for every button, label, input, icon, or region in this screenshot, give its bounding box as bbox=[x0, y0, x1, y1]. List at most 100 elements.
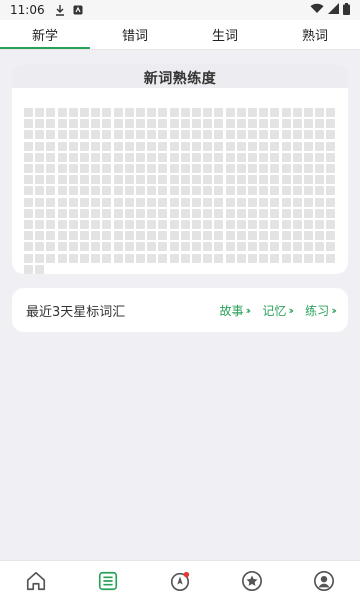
grid-cell bbox=[80, 175, 89, 185]
grid-cell bbox=[113, 130, 123, 140]
grid-cell bbox=[147, 152, 157, 162]
grid-cell bbox=[315, 242, 325, 252]
grid-cell bbox=[225, 186, 235, 196]
grid-cell bbox=[192, 186, 201, 196]
grid-cell bbox=[124, 141, 134, 151]
grid-cell bbox=[203, 231, 213, 241]
clock: 11:06 bbox=[10, 3, 45, 17]
grid-cell bbox=[203, 164, 213, 173]
grid-cell bbox=[192, 253, 201, 263]
grid-cell bbox=[248, 197, 257, 207]
grid-cell bbox=[169, 130, 179, 140]
grid-cell bbox=[180, 141, 190, 151]
grid-cell bbox=[68, 164, 78, 173]
app-notification-icon bbox=[73, 5, 83, 15]
grid-cell bbox=[35, 197, 45, 207]
grid-cell bbox=[169, 108, 179, 117]
nav-discover[interactable] bbox=[144, 561, 216, 600]
grid-cell bbox=[315, 220, 325, 229]
grid-cell bbox=[169, 164, 179, 173]
grid-cell bbox=[35, 175, 45, 185]
grid-cell bbox=[102, 186, 112, 196]
grid-cell bbox=[169, 208, 179, 218]
tab-new-learn[interactable]: 新学 bbox=[0, 20, 90, 49]
grid-cell bbox=[24, 264, 33, 274]
grid-cell bbox=[292, 253, 302, 263]
grid-cell bbox=[292, 231, 302, 241]
grid-cell bbox=[24, 175, 33, 185]
grid-cell bbox=[214, 119, 224, 129]
grid-cell bbox=[281, 208, 291, 218]
grid-cell bbox=[80, 253, 89, 263]
grid-cell bbox=[57, 186, 67, 196]
grid-cell bbox=[80, 130, 89, 140]
grid-cell bbox=[57, 152, 67, 162]
grid-cell bbox=[113, 220, 123, 229]
grid-cell bbox=[236, 108, 246, 117]
grid-cell bbox=[248, 175, 257, 185]
grid-cell bbox=[169, 231, 179, 241]
grid-cell bbox=[225, 208, 235, 218]
compass-icon bbox=[170, 571, 190, 591]
grid-cell bbox=[304, 164, 313, 173]
starred-words-card: 最近3天星标词汇 故事 ›› 记忆 ›› 练习 ›› bbox=[12, 288, 348, 332]
story-button[interactable]: 故事 ›› bbox=[220, 302, 252, 319]
grid-cell bbox=[326, 231, 336, 241]
grid-cell bbox=[214, 197, 224, 207]
grid-cell bbox=[315, 119, 325, 129]
grid-cell bbox=[68, 130, 78, 140]
proficiency-title: 新词熟练度 bbox=[143, 71, 217, 87]
grid-cell bbox=[292, 164, 302, 173]
grid-cell bbox=[259, 186, 269, 196]
grid-cell bbox=[248, 141, 257, 151]
grid-cell bbox=[236, 208, 246, 218]
tab-wrong-words[interactable]: 错词 bbox=[90, 20, 180, 49]
grid-cell bbox=[192, 208, 201, 218]
grid-cell bbox=[225, 242, 235, 252]
memory-button[interactable]: 记忆 ›› bbox=[262, 302, 294, 319]
tab-familiar-words[interactable]: 熟词 bbox=[270, 20, 360, 49]
grid-cell bbox=[248, 208, 257, 218]
grid-cell bbox=[259, 231, 269, 241]
grid-cell bbox=[124, 253, 134, 263]
grid-cell bbox=[136, 253, 145, 263]
grid-cell bbox=[270, 197, 280, 207]
grid-cell bbox=[281, 119, 291, 129]
grid-cell bbox=[136, 220, 145, 229]
grid-cell bbox=[259, 208, 269, 218]
nav-favorites[interactable] bbox=[216, 561, 288, 600]
grid-cell bbox=[192, 152, 201, 162]
home-icon bbox=[26, 571, 46, 590]
nav-list[interactable] bbox=[72, 561, 144, 600]
grid-cell bbox=[57, 108, 67, 117]
grid-cell bbox=[248, 253, 257, 263]
grid-cell bbox=[68, 208, 78, 218]
grid-cell bbox=[80, 208, 89, 218]
tab-label: 生词 bbox=[211, 29, 238, 44]
grid-cell bbox=[91, 208, 101, 218]
grid-cell bbox=[68, 141, 78, 151]
grid-cell bbox=[169, 152, 179, 162]
grid-cell bbox=[35, 141, 45, 151]
starred-words-title: 最近3天星标词汇 bbox=[26, 304, 126, 320]
grid-cell bbox=[147, 253, 157, 263]
grid-cell bbox=[91, 152, 101, 162]
grid-cell bbox=[46, 253, 56, 263]
practice-button[interactable]: 练习 ›› bbox=[305, 302, 337, 319]
grid-cell bbox=[270, 130, 280, 140]
grid-cell bbox=[124, 130, 134, 140]
grid-cell bbox=[225, 220, 235, 229]
tab-new-words[interactable]: 生词 bbox=[180, 20, 270, 49]
grid-cell bbox=[315, 208, 325, 218]
nav-profile[interactable] bbox=[288, 561, 360, 600]
nav-home[interactable] bbox=[0, 561, 72, 600]
grid-cell bbox=[24, 152, 33, 162]
grid-cell bbox=[102, 119, 112, 129]
grid-cell bbox=[102, 108, 112, 117]
grid-cell bbox=[259, 253, 269, 263]
grid-cell bbox=[304, 141, 313, 151]
grid-cell bbox=[214, 253, 224, 263]
grid-cell bbox=[124, 231, 134, 241]
grid-cell bbox=[315, 108, 325, 117]
grid-cell bbox=[192, 119, 201, 129]
